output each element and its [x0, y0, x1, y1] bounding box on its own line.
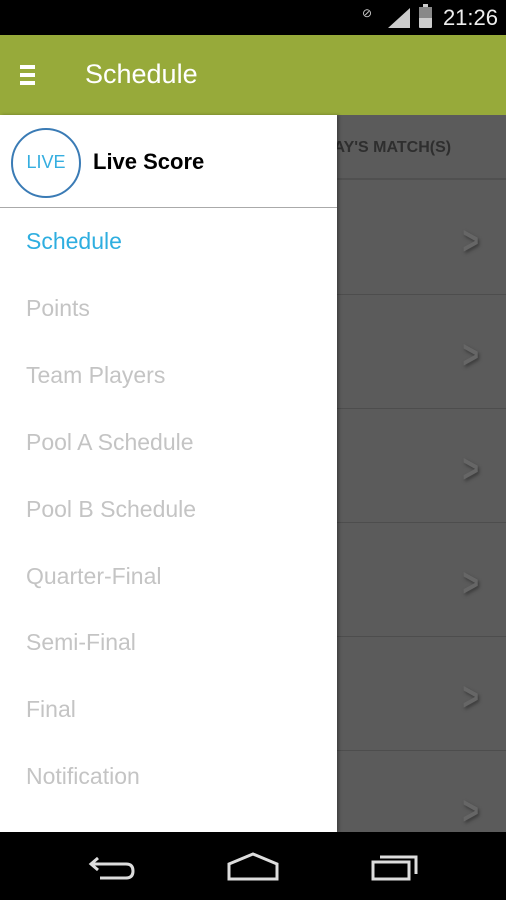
drawer-item-notification[interactable]: Notification — [26, 763, 140, 790]
chevron-right-icon: > — [462, 333, 479, 377]
battery-icon — [419, 4, 432, 28]
drawer-item-points[interactable]: Points — [26, 295, 90, 322]
app-bar: Schedule — [0, 35, 506, 115]
chevron-right-icon: > — [462, 447, 479, 491]
clock: 21:26 — [442, 5, 498, 30]
chevron-right-icon: > — [462, 789, 479, 833]
menu-icon[interactable] — [20, 65, 35, 85]
chevron-right-icon: > — [462, 675, 479, 719]
live-score-label: Live Score — [93, 149, 205, 174]
live-badge-icon: LIVE — [11, 128, 81, 198]
system-nav-bar — [0, 832, 506, 900]
drawer-item-quarter-final[interactable]: Quarter-Final — [26, 563, 161, 590]
drawer-item-final[interactable]: Final — [26, 696, 76, 723]
chevron-right-icon: > — [462, 561, 479, 605]
recent-apps-icon[interactable] — [370, 852, 420, 882]
chevron-right-icon: > — [462, 219, 479, 263]
page-title: Schedule — [85, 59, 198, 89]
navigation-drawer: LIVE Live Score Schedule Points Team Pla… — [0, 115, 337, 832]
back-icon[interactable] — [88, 852, 136, 882]
live-score-header[interactable]: LIVE Live Score — [0, 115, 337, 208]
drawer-item-team-players[interactable]: Team Players — [26, 362, 165, 389]
drawer-item-pool-a-schedule[interactable]: Pool A Schedule — [26, 429, 194, 456]
drawer-item-schedule[interactable]: Schedule — [26, 228, 122, 255]
drawer-item-semi-final[interactable]: Semi-Final — [26, 629, 136, 656]
home-icon[interactable] — [226, 852, 280, 882]
download-icon: ⊘ — [362, 6, 373, 20]
signal-icon — [388, 8, 410, 28]
drawer-item-pool-b-schedule[interactable]: Pool B Schedule — [26, 496, 196, 523]
status-bar: ⊘ 21:26 — [0, 0, 506, 35]
